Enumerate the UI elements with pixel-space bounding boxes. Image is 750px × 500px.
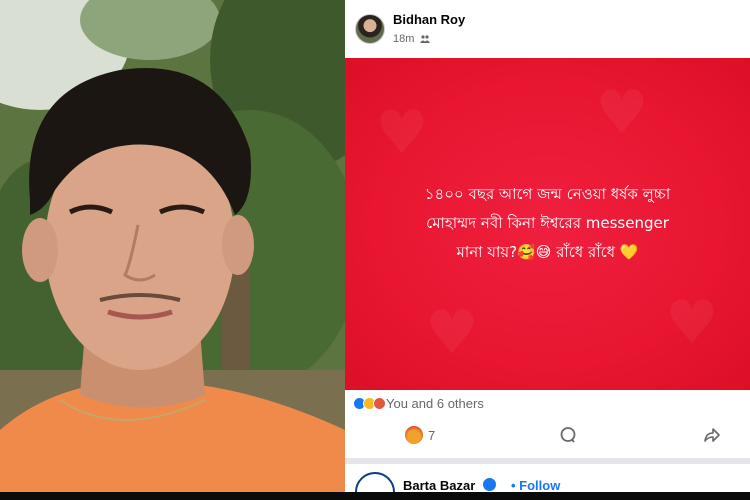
post-background-card: ♥ ♥ ♥ ♥ ১৪০০ বছর আগে জন্ম নেওয়া ধর্ষক ল…	[345, 58, 750, 390]
post-header: Bidhan Roy 18m	[345, 0, 750, 58]
heart-pattern-icon: ♥	[595, 78, 649, 148]
post-text: ১৪০০ বছর আগে জন্ম নেওয়া ধর্ষক লুচ্চা মো…	[345, 180, 750, 267]
share-button[interactable]	[703, 423, 721, 447]
verified-badge-icon	[483, 478, 496, 491]
author-name[interactable]: Bidhan Roy	[393, 12, 465, 27]
follow-button[interactable]: • Follow	[511, 478, 560, 492]
angry-face-icon	[405, 426, 423, 444]
reaction-count-text: You and 6 others	[386, 396, 484, 411]
selfie-illustration	[0, 0, 345, 492]
page-logo[interactable]	[355, 472, 395, 492]
heart-pattern-icon: ♥	[665, 288, 719, 358]
reaction-icons	[353, 397, 386, 410]
profile-photo	[0, 0, 345, 492]
post-text-line: ১৪০০ বছর আগে জন্ম নেওয়া ধর্ষক লুচ্চা	[424, 185, 671, 203]
post-text-line: মানা যায়?🥰😅 রাঁধে রাঁধে 💛	[456, 243, 639, 261]
friends-icon	[420, 35, 431, 43]
share-icon	[704, 428, 720, 442]
author-avatar[interactable]	[355, 14, 385, 44]
bottom-border	[0, 492, 750, 500]
angry-reaction-button[interactable]: 7	[405, 423, 435, 447]
post-actions: 7	[345, 420, 750, 450]
page-name[interactable]: Barta Bazar	[403, 478, 475, 492]
next-post-header: Barta Bazar • Follow	[345, 464, 750, 492]
angry-reaction-icon	[373, 397, 386, 410]
heart-pattern-icon: ♥	[375, 98, 429, 168]
facebook-post: Bidhan Roy 18m ♥ ♥ ♥ ♥ ১৪০০ বছর আগে জন্ম…	[345, 0, 750, 492]
comment-button[interactable]	[559, 423, 577, 447]
comment-icon	[560, 427, 576, 443]
post-text-line: মোহাম্মদ নবী কিনা ঈশ্বরের messenger	[426, 214, 669, 232]
heart-pattern-icon: ♥	[425, 298, 479, 368]
angry-count: 7	[428, 427, 436, 443]
reaction-summary[interactable]: You and 6 others	[353, 396, 484, 411]
post-time[interactable]: 18m	[393, 33, 414, 45]
post-meta: 18m	[393, 33, 431, 45]
